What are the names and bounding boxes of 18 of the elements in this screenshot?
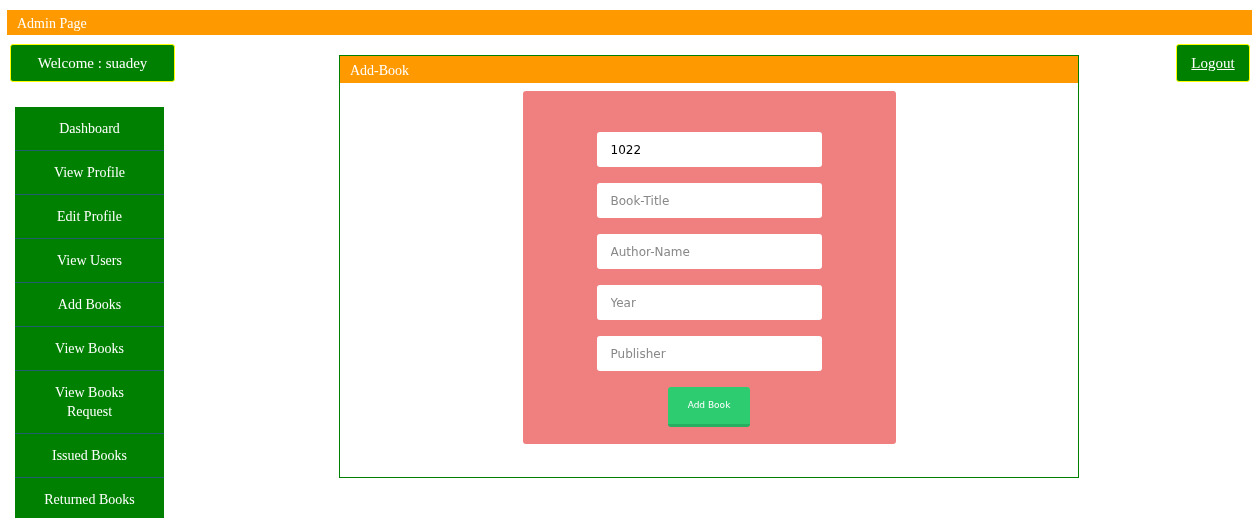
sidebar-item[interactable]: View Profile	[15, 151, 164, 195]
sidebar-item[interactable]: Returned Books	[15, 478, 164, 518]
logout-button[interactable]: Logout	[1176, 44, 1250, 82]
sidebar-item[interactable]: Dashboard	[15, 107, 164, 151]
sidebar-item[interactable]: Issued Books	[15, 434, 164, 478]
input-field[interactable]: 1022	[596, 132, 822, 167]
input-field[interactable]: Publisher	[596, 336, 822, 371]
sidebar-item[interactable]: Add Books	[15, 283, 164, 327]
sidebar-item[interactable]: Edit Profile	[15, 195, 164, 239]
welcome-button[interactable]: Welcome : suadey	[10, 44, 175, 82]
sidebar-item[interactable]: View Books	[15, 327, 164, 371]
input-field[interactable]: Book-Title	[596, 183, 822, 218]
sidebar-item[interactable]: View Books Request	[15, 371, 164, 434]
sidebar-item[interactable]: View Users	[15, 239, 164, 283]
header-bar: Admin Page	[7, 10, 1252, 35]
panel-title: Add-Book	[340, 56, 1078, 83]
input-field[interactable]: Year	[596, 285, 822, 320]
input-field[interactable]: Author-Name	[596, 234, 822, 269]
